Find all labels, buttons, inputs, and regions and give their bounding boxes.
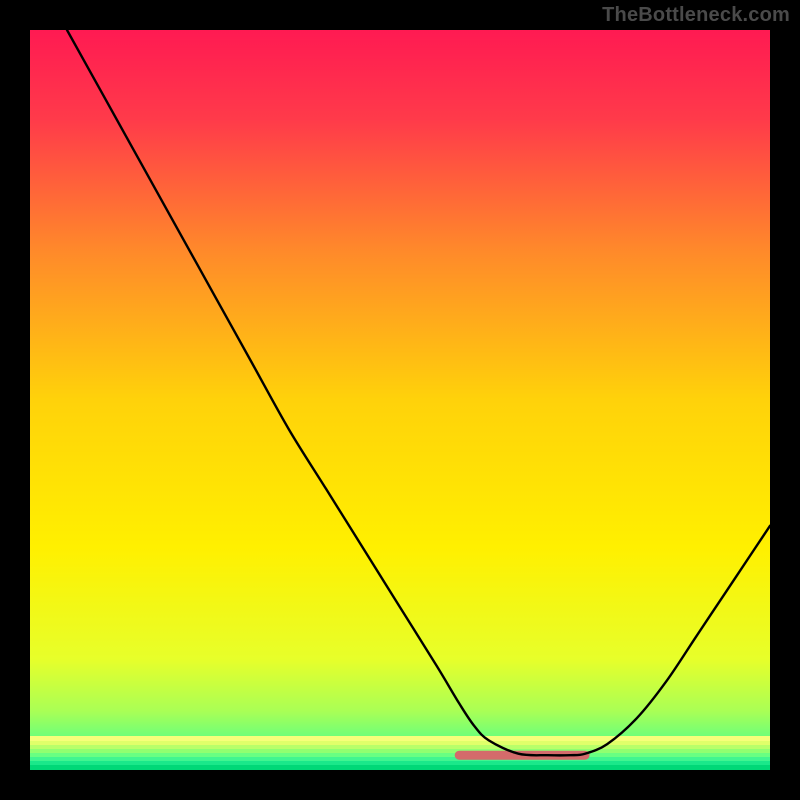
bottleneck-curve — [67, 30, 770, 755]
curve-layer — [30, 30, 770, 770]
outer-frame: TheBottleneck.com — [0, 0, 800, 800]
plot-area — [30, 30, 770, 770]
watermark-text: TheBottleneck.com — [602, 4, 790, 27]
